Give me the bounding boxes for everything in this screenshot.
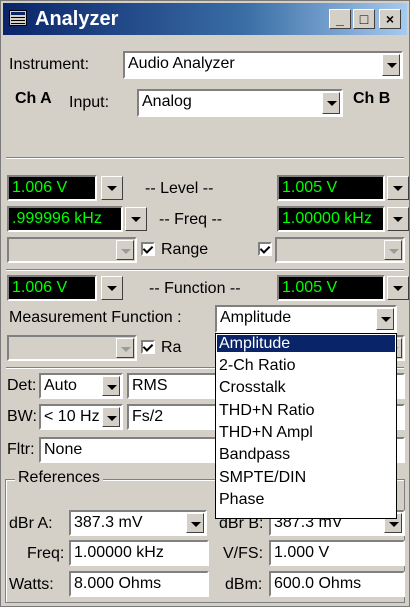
det-label: Det: bbox=[7, 377, 37, 394]
filter-label: Fltr: bbox=[7, 441, 35, 458]
freq-a-readout: .999996 kHz bbox=[7, 206, 123, 232]
chevron-down-icon[interactable] bbox=[384, 240, 402, 260]
measurement-function-select[interactable]: Amplitude bbox=[215, 305, 397, 333]
dropdown-option[interactable]: Amplitude bbox=[217, 335, 395, 352]
level-b-readout: 1.005 V bbox=[277, 175, 385, 201]
filter-value: None bbox=[44, 441, 83, 458]
dropdown-option[interactable]: Phase bbox=[217, 491, 395, 508]
instrument-select[interactable]: Audio Analyzer bbox=[123, 51, 403, 79]
instrument-label: Instrument: bbox=[9, 56, 90, 73]
level-label: -- Level -- bbox=[145, 180, 214, 197]
dbm-label: dBm: bbox=[225, 576, 263, 593]
input-label: Input: bbox=[69, 94, 110, 111]
channel-a-label: Ch A bbox=[15, 90, 52, 107]
range2-label-partial: Ra bbox=[161, 339, 182, 356]
window-app-icon bbox=[9, 10, 27, 26]
chevron-down-icon[interactable] bbox=[322, 92, 340, 114]
chevron-down-icon[interactable] bbox=[102, 407, 120, 427]
instrument-value: Audio Analyzer bbox=[128, 55, 235, 72]
range-label: Range bbox=[161, 241, 209, 258]
bw-label: BW: bbox=[7, 408, 37, 425]
freq-b-readout: 1.00000 kHz bbox=[277, 206, 385, 232]
ref-freq-label: Freq: bbox=[27, 545, 65, 562]
watts-input[interactable]: 8.000 Ohms bbox=[69, 571, 209, 597]
level-a-units-button[interactable] bbox=[101, 176, 123, 200]
bw-low-select[interactable]: < 10 Hz bbox=[39, 404, 123, 430]
filter-select[interactable]: None bbox=[39, 437, 217, 463]
measurement-function-value: Amplitude bbox=[220, 309, 292, 326]
freq-a-value: .999996 kHz bbox=[12, 210, 102, 227]
level-b-value: 1.005 V bbox=[282, 179, 338, 196]
function-label: -- Function -- bbox=[149, 280, 241, 297]
dropdown-option[interactable]: Bandpass bbox=[217, 446, 395, 463]
level-a-value: 1.006 V bbox=[12, 179, 68, 196]
dbra-select[interactable]: 387.3 mV bbox=[69, 510, 207, 536]
function-b-units-button[interactable] bbox=[387, 276, 409, 300]
freq-a-units-button[interactable] bbox=[125, 207, 147, 231]
measurement-function-dropdown: Amplitude 2-Ch Ratio Crosstalk THD+N Rat… bbox=[215, 333, 397, 519]
dbra-value: 387.3 mV bbox=[74, 514, 143, 531]
det-value: Auto bbox=[44, 377, 77, 394]
bw-high-select[interactable]: Fs/2 bbox=[127, 404, 217, 430]
title-bar[interactable]: Analyzer _ □ × bbox=[3, 3, 407, 35]
close-icon: × bbox=[385, 11, 395, 27]
dropdown-option[interactable]: SMPTE/DIN bbox=[217, 469, 395, 486]
input-value: Analog bbox=[142, 93, 192, 110]
function-b-readout: 1.005 V bbox=[277, 275, 385, 301]
function-a-value: 1.006 V bbox=[12, 279, 68, 296]
chevron-down-icon[interactable] bbox=[186, 513, 204, 533]
channel-b-label: Ch B bbox=[353, 90, 391, 107]
chevron-down-icon[interactable] bbox=[116, 338, 134, 358]
function-a-units-button[interactable] bbox=[101, 276, 123, 300]
dbm-input[interactable]: 600.0 Ohms bbox=[269, 571, 405, 597]
dropdown-option[interactable]: THD+N Ratio bbox=[217, 402, 395, 419]
minimize-icon: _ bbox=[336, 11, 344, 27]
ref-freq-value: 1.00000 kHz bbox=[74, 544, 164, 561]
divider bbox=[6, 269, 404, 271]
chevron-down-icon[interactable] bbox=[116, 240, 134, 260]
watts-value: 8.000 Ohms bbox=[74, 575, 162, 592]
dropdown-option[interactable]: Crosstalk bbox=[217, 379, 395, 396]
dropdown-option[interactable]: 2-Ch Ratio bbox=[217, 357, 395, 374]
divider bbox=[6, 157, 404, 159]
dbm-value: 600.0 Ohms bbox=[274, 575, 362, 592]
range2-a-checkbox[interactable] bbox=[141, 340, 155, 354]
ref-freq-input[interactable]: 1.00000 kHz bbox=[69, 540, 209, 566]
references-title: References bbox=[15, 468, 103, 488]
measurement-function-label: Measurement Function : bbox=[9, 309, 182, 326]
maximize-button[interactable]: □ bbox=[353, 9, 375, 29]
close-button[interactable]: × bbox=[379, 9, 401, 29]
dropdown-option[interactable]: THD+N Ampl bbox=[217, 424, 395, 441]
maximize-icon: □ bbox=[359, 11, 369, 27]
function-b-value: 1.005 V bbox=[282, 279, 338, 296]
minimize-button[interactable]: _ bbox=[329, 9, 351, 29]
vfs-input[interactable]: 1.000 V bbox=[269, 540, 405, 566]
vfs-value: 1.000 V bbox=[274, 544, 330, 561]
det-mode-value: RMS bbox=[132, 377, 168, 394]
watts-label: Watts: bbox=[9, 576, 54, 593]
input-select[interactable]: Analog bbox=[137, 89, 343, 117]
analyzer-window: Analyzer _ □ × Instrument: Audio Analyze… bbox=[0, 0, 410, 607]
function-a-readout: 1.006 V bbox=[7, 275, 97, 301]
det-mode-select[interactable]: RMS bbox=[127, 373, 217, 399]
chevron-down-icon[interactable] bbox=[382, 54, 400, 76]
det-select[interactable]: Auto bbox=[39, 373, 123, 399]
level-b-units-button[interactable] bbox=[387, 176, 409, 200]
range-a-checkbox[interactable] bbox=[141, 242, 155, 256]
chevron-down-icon[interactable] bbox=[376, 308, 394, 330]
bw-low-value: < 10 Hz bbox=[44, 408, 100, 425]
window-title: Analyzer bbox=[35, 8, 119, 30]
range2-a-select[interactable] bbox=[7, 335, 137, 361]
chevron-down-icon[interactable] bbox=[102, 376, 120, 396]
bw-high-value: Fs/2 bbox=[132, 408, 164, 425]
dbra-label: dBr A: bbox=[9, 515, 53, 532]
freq-label: -- Freq -- bbox=[159, 211, 223, 228]
range-a-select[interactable] bbox=[7, 237, 137, 263]
level-a-readout: 1.006 V bbox=[7, 175, 97, 201]
freq-b-value: 1.00000 kHz bbox=[282, 210, 372, 227]
range-b-checkbox[interactable] bbox=[258, 242, 272, 256]
range-b-select[interactable] bbox=[275, 237, 405, 263]
vfs-label: V/FS: bbox=[223, 545, 264, 562]
freq-b-units-button[interactable] bbox=[387, 207, 409, 231]
